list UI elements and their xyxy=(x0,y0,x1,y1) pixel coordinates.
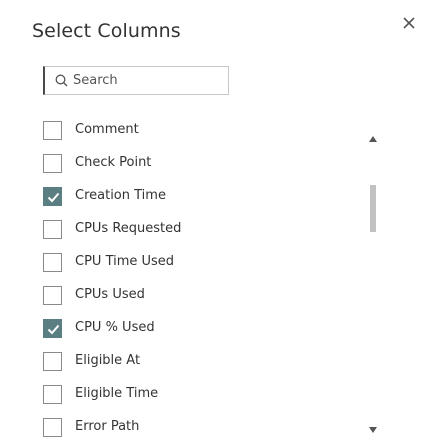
search-icon xyxy=(55,74,68,87)
close-icon[interactable] xyxy=(400,14,418,32)
column-option[interactable]: Creation Time xyxy=(43,184,343,217)
checkbox[interactable] xyxy=(43,220,62,239)
column-list: Comment Check Point Creation Time CPUs Requ… xyxy=(43,118,343,448)
scroll-thumb[interactable] xyxy=(370,185,376,232)
column-option[interactable]: Eligible Time xyxy=(43,382,343,415)
search-input[interactable] xyxy=(73,73,223,88)
column-option-label: Eligible At xyxy=(75,353,141,368)
column-option-label: CPUs Requested xyxy=(75,221,182,236)
select-columns-dialog: Select Columns Comment Check Point Creatio… xyxy=(0,0,431,448)
checkbox[interactable] xyxy=(43,121,62,140)
checkbox-checked[interactable] xyxy=(43,319,62,338)
checkmark-icon xyxy=(47,324,60,335)
checkbox[interactable] xyxy=(43,418,62,437)
checkbox[interactable] xyxy=(43,352,62,371)
column-option[interactable]: Error Path xyxy=(43,415,343,448)
column-option-label: CPU Time Used xyxy=(75,254,175,269)
checkbox[interactable] xyxy=(43,253,62,272)
column-option-label: Eligible Time xyxy=(75,386,159,401)
column-option[interactable]: CPUs Used xyxy=(43,283,343,316)
column-option-label: Comment xyxy=(75,122,139,137)
checkbox-checked[interactable] xyxy=(43,187,62,206)
column-option[interactable]: Check Point xyxy=(43,151,343,184)
column-option-label: Error Path xyxy=(75,419,140,434)
column-option-label: Creation Time xyxy=(75,188,166,203)
checkbox[interactable] xyxy=(43,385,62,404)
column-option[interactable]: Eligible At xyxy=(43,349,343,382)
column-option[interactable]: CPU Time Used xyxy=(43,250,343,283)
column-option-label: CPUs Used xyxy=(75,287,145,302)
column-option[interactable]: CPU % Used xyxy=(43,316,343,349)
column-option[interactable]: CPUs Requested xyxy=(43,217,343,250)
column-option[interactable]: Comment xyxy=(43,118,343,151)
column-option-label: Check Point xyxy=(75,155,152,170)
column-option-label: CPU % Used xyxy=(75,320,155,335)
dialog-title: Select Columns xyxy=(32,20,181,42)
checkbox[interactable] xyxy=(43,286,62,305)
caret-up-icon[interactable] xyxy=(369,127,377,142)
checkmark-icon xyxy=(47,192,60,203)
search-field[interactable] xyxy=(43,66,229,95)
caret-down-icon[interactable] xyxy=(369,418,377,433)
checkbox[interactable] xyxy=(43,154,62,173)
